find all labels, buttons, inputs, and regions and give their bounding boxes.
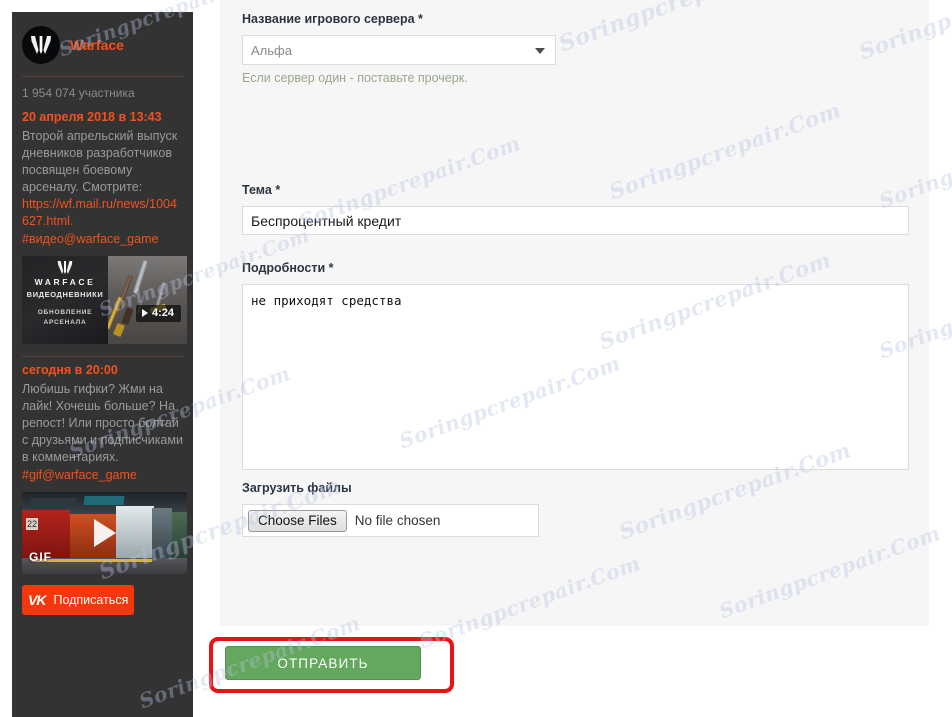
field-help-server: Если сервер один - поставьте прочерк.	[242, 71, 468, 85]
video-thumbnail[interactable]: WARFACE ВИДЕОДНЕВНИКИ ОБНОВЛЕНИЕ АРСЕНАЛ…	[22, 256, 187, 344]
group-name[interactable]: Warface	[70, 37, 124, 53]
play-icon	[141, 309, 148, 317]
member-count: 1 954 074 участника	[22, 86, 135, 100]
play-icon	[93, 519, 116, 547]
group-header: Warface	[12, 12, 193, 74]
submit-button[interactable]: ОТПРАВИТЬ	[225, 646, 421, 680]
gif-thumbnail[interactable]: 22 GIF	[22, 492, 187, 574]
field-label-subject: Тема *	[242, 183, 281, 197]
screenshot-root: Warface 1 954 074 участника 20 апреля 20…	[0, 0, 952, 717]
post-date: 20 апреля 2018 в 13:43	[22, 110, 162, 124]
field-label-details: Подробности *	[242, 261, 334, 275]
field-label-upload: Загрузить файлы	[242, 481, 352, 495]
video-duration: 4:24	[151, 307, 174, 319]
group-avatar	[22, 26, 60, 64]
video-thumb-branding: WARFACE ВИДЕОДНЕВНИКИ ОБНОВЛЕНИЕ АРСЕНАЛ…	[22, 256, 108, 344]
video-episode-line2: АРСЕНАЛА	[43, 319, 87, 326]
video-episode-line1: ОБНОВЛЕНИЕ	[37, 309, 93, 316]
field-upload: Загрузить файлы Choose Files No file cho…	[242, 481, 562, 537]
post-link[interactable]: https://wf.mail.ru/news/1004627.html.	[22, 196, 183, 230]
warface-wings-icon	[57, 260, 73, 275]
video-series: ВИДЕОДНЕВНИКИ	[26, 290, 104, 299]
post-text: Любишь гифки? Жми на лайк! Хочешь больше…	[22, 382, 183, 464]
subject-input[interactable]	[242, 206, 909, 235]
field-label-server: Название игрового сервера *	[242, 12, 423, 26]
vk-group-widget: Warface 1 954 074 участника 20 апреля 20…	[12, 12, 193, 717]
gif-badge: GIF	[29, 550, 52, 564]
support-form-panel: Название игрового сервера * Альфа Браво …	[220, 0, 929, 626]
group-post: сегодня в 20:00 Любишь гифки? Жми на лай…	[12, 357, 193, 484]
file-status: No file chosen	[354, 513, 441, 528]
video-duration-badge: 4:24	[135, 305, 181, 322]
video-brand: WARFACE	[34, 277, 96, 287]
post-date: сегодня в 20:00	[22, 363, 118, 377]
field-details: Подробности * не приходят средства	[242, 261, 909, 470]
post-text: Второй апрельский выпуск дневников разра…	[22, 129, 178, 194]
subscribe-label: Подписаться	[53, 593, 129, 607]
field-server: Название игрового сервера * Альфа Браво …	[242, 12, 556, 85]
vk-icon: VK	[28, 592, 46, 608]
choose-files-button[interactable]: Choose Files	[248, 509, 347, 532]
warface-logo-icon	[31, 36, 51, 54]
video-thumb-image: 4:24	[108, 256, 187, 344]
subscribe-button[interactable]: VK Подписаться	[22, 585, 135, 615]
post-hashtag[interactable]: #видео@warface_game	[22, 230, 183, 248]
file-input[interactable]: Choose Files No file chosen	[242, 504, 539, 537]
details-textarea[interactable]: не приходят средства	[242, 284, 909, 470]
field-subject: Тема *	[242, 183, 909, 235]
group-post: 20 апреля 2018 в 13:43 Второй апрельский…	[12, 104, 193, 344]
post-hashtag[interactable]: #gif@warface_game	[22, 466, 183, 484]
server-select[interactable]: Альфа Браво Чарли —	[242, 35, 556, 65]
